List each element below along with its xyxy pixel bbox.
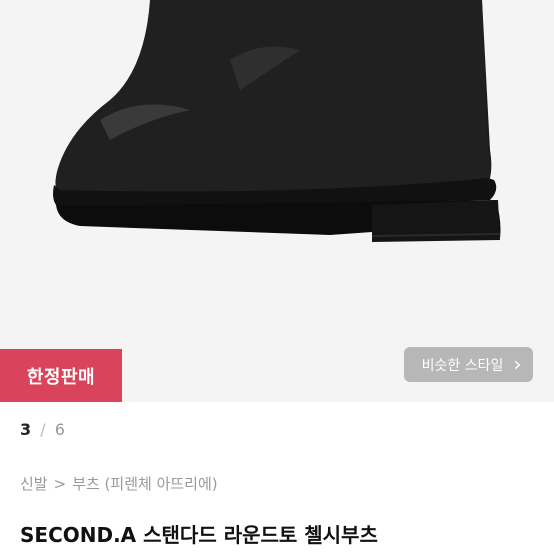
image-pager: 3 / 6 xyxy=(20,420,65,439)
chevron-right-icon: › xyxy=(513,351,522,376)
similar-style-label: 비슷한 스타일 xyxy=(421,357,504,374)
limited-sale-badge: 한정판매 xyxy=(0,349,122,402)
similar-style-button[interactable]: 비슷한 스타일 › xyxy=(404,347,533,382)
breadcrumb-item-shoes[interactable]: 신발 xyxy=(20,473,48,494)
breadcrumb: 신발 > 부츠 (피렌체 아뜨리에) xyxy=(20,473,218,494)
limited-sale-label: 한정판매 xyxy=(26,367,96,388)
pager-separator: / xyxy=(40,420,46,439)
boot-illustration xyxy=(53,0,501,242)
pager-total: 6 xyxy=(54,420,65,439)
pager-current: 3 xyxy=(20,420,32,439)
breadcrumb-item-boots[interactable]: 부츠 (피렌체 아뜨리에) xyxy=(72,473,217,494)
breadcrumb-separator: > xyxy=(53,474,67,493)
product-image[interactable]: 한정판매 비슷한 스타일 › xyxy=(0,0,554,402)
product-title: SECOND.A 스탠다드 라운드토 첼시부츠 xyxy=(20,523,378,547)
